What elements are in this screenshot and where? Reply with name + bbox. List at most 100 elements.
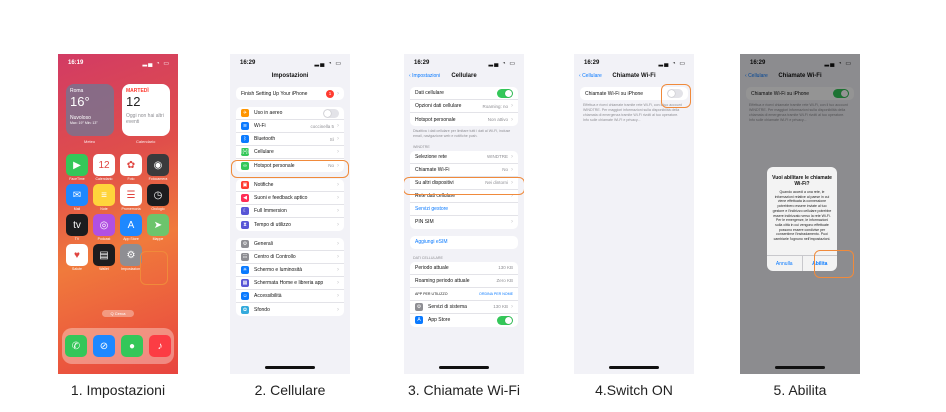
notifications-icon: ▣ (241, 181, 249, 189)
cellular-data-toggle[interactable] (497, 88, 513, 98)
app-cell[interactable]: ☰ Promemoria (120, 184, 142, 214)
settings-row-label: Notifiche (254, 182, 274, 188)
settings-row[interactable]: ⚙ Generali › (236, 238, 344, 251)
settings-row[interactable]: ⧗ Tempo di utilizzo › (236, 218, 344, 231)
home-indicator (609, 366, 659, 369)
general-group: ⚙ Generali › ☷ Centro di Controllo › ☀ Schermo … (236, 238, 344, 316)
calendar-label: Calendario (136, 139, 156, 144)
settings-row-label: Wi-Fi (254, 123, 266, 129)
settings-row[interactable]: ≋ Wi-Fi coccinella 5 › (236, 120, 344, 133)
system-services-row[interactable]: ⚙ Servizi di sistema 130 KB › (410, 301, 518, 314)
app-cell[interactable]: ◎ Podcast (93, 214, 115, 244)
settings-row[interactable]: ☾ Full Immersion › (236, 205, 344, 218)
app-cell[interactable]: tv TV (66, 214, 88, 244)
alert-message: Quando accedi a una rete, le informazion… (772, 190, 832, 242)
wifi-calls-screen: 16:29 ▂▄ ◔ ▭ ‹ Cellulare Chiamate Wi-Fi … (574, 54, 694, 374)
hotspot-row[interactable]: Hotspot personale Non attivo › (410, 113, 518, 126)
hotspot-value: Non attivo (487, 117, 508, 122)
sim-pin-row[interactable]: PIN SIM › (410, 216, 518, 229)
phone-icon[interactable]: ✆ (65, 335, 87, 357)
network-selection-value: WINDTRE (487, 154, 508, 160)
accessibility-icon: ☺ (241, 292, 249, 300)
chevron-right-icon: › (337, 221, 339, 228)
settings-row[interactable]: ✿ Sfondo › (236, 303, 344, 316)
settings-row[interactable]: ✈ Uso in aereo (236, 107, 344, 120)
status-time: 16:29 (414, 60, 430, 66)
app-cell[interactable]: ➤ Mappe (147, 214, 169, 244)
weather-label: Meteo (84, 139, 96, 144)
hotspot-label: Hotspot personale (415, 116, 456, 123)
weather-temp: 16° (70, 94, 90, 109)
settings-row-label: Cellulare (254, 149, 274, 155)
settings-row[interactable]: ᛒ Bluetooth Sì › (236, 133, 344, 146)
highlight-cellular-row (231, 160, 349, 178)
wifi-calls-value: No (502, 167, 508, 173)
settings-row-label: Centro di Controllo (254, 254, 296, 260)
back-button[interactable]: ‹ Cellulare (579, 73, 602, 79)
chevron-right-icon: › (511, 116, 513, 123)
search-pill[interactable]: Q Cerca (102, 310, 134, 317)
cancel-button[interactable]: Annulla (767, 256, 803, 271)
app-cell[interactable]: ◉ Fotocamera (147, 154, 169, 184)
roaming-period-label: Roaming periodo attuale (415, 277, 470, 284)
app-cell[interactable]: ♥ Salute (66, 244, 88, 274)
wallet-icon: ▤ (93, 244, 115, 266)
settings-row[interactable]: ☺ Accessibilità › (236, 290, 344, 303)
app-cell[interactable]: ▤ Wallet (93, 244, 115, 274)
page-title: Cellulare (451, 73, 477, 79)
app-cell[interactable]: ✿ Foto (120, 154, 142, 184)
wifi-calls-label: Chiamate Wi-Fi (415, 166, 450, 173)
maps-icon: ➤ (147, 214, 169, 236)
add-esim-row[interactable]: Aggiungi eSIM (410, 236, 518, 249)
current-period-value: 130 KB (498, 265, 513, 271)
music-icon[interactable]: ♪ (149, 335, 171, 357)
safari-icon[interactable]: ⊘ (93, 335, 115, 357)
chevron-right-icon: › (337, 306, 339, 313)
settings-row[interactable]: ☀ Schermo e luminosità › (236, 264, 344, 277)
app-label: Calendario (95, 177, 113, 181)
status-time: 16:29 (584, 60, 600, 66)
app-cell[interactable]: ◷ Orologio (147, 184, 169, 214)
app-cell[interactable]: ✉ Mail (66, 184, 88, 214)
carrier-services-row[interactable]: Servizi gestore (410, 203, 518, 216)
chevron-right-icon: › (511, 153, 513, 160)
cal-date: 12 (126, 94, 141, 109)
sort-by-name-link[interactable]: ORDINA PER NOME (479, 292, 513, 296)
settings-row[interactable]: ((•)) Cellulare › (236, 146, 344, 159)
app-cell[interactable]: ≡ Note (93, 184, 115, 214)
app-cell[interactable]: 12 Calendario (93, 154, 115, 184)
highlight-wifi-calls-row (404, 177, 524, 195)
data-options-row[interactable]: Opzioni dati cellulare Roaming: no › (410, 100, 518, 113)
focus-icon: ☾ (241, 207, 249, 215)
settings-row-label: Full Immersion (254, 208, 287, 214)
app-cell[interactable]: ⚙ Impostazioni (120, 244, 142, 274)
sim-pin-label: PIN SIM (415, 219, 434, 226)
finish-setup-row[interactable]: Finish Setting Up Your iPhone 1 › (236, 87, 344, 100)
data-group: Dati cellulare Opzioni dati cellulare Roa… (410, 87, 518, 126)
wifi-calls-row[interactable]: Chiamate Wi-Fi No › (410, 164, 518, 177)
status-bar: 16:29 ▂▄ ◔ ▭ (404, 54, 524, 67)
weather-widget[interactable]: Roma 16° Nuvoloso Max: 19° Min: 13° (66, 84, 114, 136)
dock: ✆ ⊘ ● ♪ (62, 328, 174, 364)
app-cell[interactable]: ▶ FaceTime (66, 154, 88, 184)
nav-bar: ‹ Impostazioni Cellulare (404, 67, 524, 87)
calendar-widget[interactable]: MARTEDÌ 12 Oggi non hai altri eventi (122, 84, 170, 136)
app-usage-header-row: APP PER UTILIZZO ORDINA PER NOME (410, 288, 518, 301)
back-button[interactable]: ‹ Impostazioni (409, 73, 440, 79)
cellular-screen: 16:29 ▂▄ ◔ ▭ ‹ Impostazioni Cellulare Da… (404, 54, 524, 374)
network-selection-row[interactable]: Selezione rete WINDTRE › (410, 151, 518, 164)
app-cell[interactable]: A App Store (120, 214, 142, 244)
settings-row[interactable]: ◀ Suoni e feedback aptico › (236, 192, 344, 205)
tutorial-strip: 16:19 ▂▄ ◔ ▭ Roma 16° Nuvoloso Max: 19° … (0, 0, 946, 412)
highlight-toggle (661, 84, 691, 108)
messages-icon[interactable]: ● (121, 335, 143, 357)
chevron-right-icon: › (337, 195, 339, 201)
app-store-toggle[interactable] (497, 315, 513, 325)
carrier-header: WINDTRE (413, 144, 430, 149)
settings-row-value: coccinella 5 (310, 123, 334, 129)
settings-row[interactable]: ▣ Notifiche › (236, 179, 344, 192)
settings-row[interactable]: ☷ Centro di Controllo › (236, 251, 344, 264)
settings-row[interactable]: ▦ Schermata Home e libreria app › (236, 277, 344, 290)
settings-toggle[interactable] (323, 108, 339, 118)
wallpaper-icon: ✿ (241, 305, 249, 314)
